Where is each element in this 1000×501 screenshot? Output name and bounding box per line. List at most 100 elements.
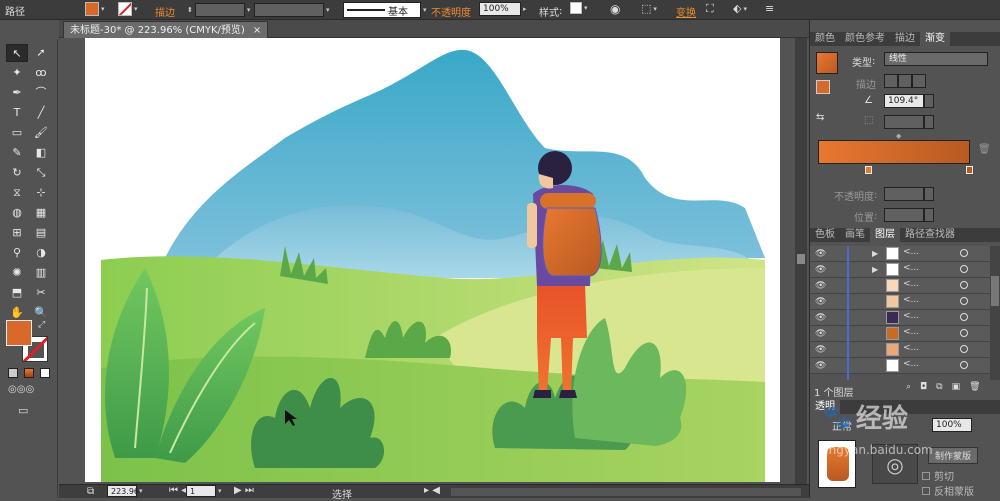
gradient-mode-icon[interactable]: [24, 368, 34, 378]
target-icon[interactable]: [960, 297, 968, 305]
eyedropper-tool-icon[interactable]: ⚲: [6, 244, 28, 262]
aspect-ratio-field[interactable]: [884, 115, 934, 129]
layer-row[interactable]: 👁 <...: [810, 342, 990, 358]
column-graph-tool-icon[interactable]: ▥: [30, 264, 52, 282]
artboard-nav-icon[interactable]: ⧉: [87, 486, 94, 497]
target-icon[interactable]: [960, 265, 968, 273]
zoom-field[interactable]: 223.96 ▾: [107, 485, 145, 497]
blend-tool-icon[interactable]: ◑: [30, 244, 52, 262]
gradient-type-value[interactable]: 线性: [884, 52, 988, 66]
eye-icon[interactable]: 👁: [815, 249, 826, 259]
gradient-slider[interactable]: [818, 140, 970, 164]
horizontal-scrollbar[interactable]: [451, 488, 801, 496]
transform-label[interactable]: 变换: [676, 4, 696, 19]
tab-transparency[interactable]: 透明: [810, 400, 840, 414]
zoom-value[interactable]: 223.96: [107, 485, 139, 497]
expand-icon[interactable]: ▶: [872, 265, 878, 274]
tab-gradient[interactable]: 渐变: [920, 32, 950, 46]
layer-row[interactable]: 👁 ▶ <...: [810, 246, 990, 262]
angle-value[interactable]: 109.4°: [884, 94, 924, 108]
invert-mask-checkbox[interactable]: 反相蒙版: [922, 483, 974, 498]
eraser-tool-icon[interactable]: ◧: [30, 144, 52, 162]
target-icon[interactable]: [960, 329, 968, 337]
brush-definition-dropdown[interactable]: 基本 ▾: [343, 2, 429, 18]
stop-location-field[interactable]: [884, 208, 934, 222]
page-value[interactable]: 1: [186, 485, 216, 497]
clipping-mask-icon[interactable]: ◘: [920, 382, 927, 392]
pencil-tool-icon[interactable]: ✎: [6, 144, 28, 162]
layer-row[interactable]: 👁 <...: [810, 310, 990, 326]
artboard-tool-icon[interactable]: ⬒: [6, 284, 28, 302]
stop-opacity-field[interactable]: [884, 187, 934, 201]
stroke-swatch[interactable]: ▾: [118, 2, 140, 16]
shape-builder-tool-icon[interactable]: ◍: [6, 204, 28, 222]
layer-row[interactable]: 👁 <...: [810, 326, 990, 342]
eye-icon[interactable]: 👁: [815, 361, 826, 371]
direct-selection-tool-icon[interactable]: ➚: [30, 44, 52, 62]
reverse-gradient-icon[interactable]: ⇆: [816, 112, 824, 123]
close-icon[interactable]: ×: [253, 22, 261, 38]
target-icon[interactable]: [960, 361, 968, 369]
tab-pathfinder[interactable]: 路径查找器: [900, 228, 960, 242]
type-tool-icon[interactable]: T: [6, 104, 28, 122]
width-tool-icon[interactable]: ⧖: [6, 184, 28, 202]
eye-icon[interactable]: 👁: [815, 265, 826, 275]
gradient-midpoint-icon[interactable]: ◆: [896, 132, 901, 140]
paintbrush-tool-icon[interactable]: 🖌: [30, 124, 52, 142]
eye-icon[interactable]: 👁: [815, 329, 826, 339]
mask-thumbnail[interactable]: ◎: [872, 444, 918, 484]
gradient-type-dropdown[interactable]: 线性: [884, 52, 988, 66]
target-icon[interactable]: [960, 313, 968, 321]
locate-object-icon[interactable]: ⌕: [906, 382, 911, 392]
draw-mode-icon[interactable]: ◎◎◎: [8, 384, 34, 395]
stroke-gradient-buttons[interactable]: [884, 74, 926, 88]
eye-icon[interactable]: 👁: [815, 297, 826, 307]
magic-wand-tool-icon[interactable]: ✦: [6, 64, 28, 82]
layer-row[interactable]: 👁 <...: [810, 278, 990, 294]
style-swatch[interactable]: ▾: [570, 2, 590, 14]
free-transform-tool-icon[interactable]: ⊹: [30, 184, 52, 202]
fill-swatch[interactable]: ▾: [85, 2, 107, 16]
gradient-tool-icon[interactable]: ▤: [30, 224, 52, 242]
vertical-scrollbar[interactable]: [795, 38, 807, 484]
lasso-tool-icon[interactable]: ꝏ: [30, 64, 52, 82]
page-field[interactable]: 1 ▾: [186, 485, 224, 497]
opacity-value[interactable]: 100%: [479, 2, 521, 16]
next-page-icon[interactable]: ▶ ⏭: [234, 485, 254, 496]
gradient-preview-swatch[interactable]: [816, 52, 838, 74]
gradient-stop-right[interactable]: [966, 166, 973, 174]
eye-icon[interactable]: 👁: [815, 281, 826, 291]
perspective-grid-tool-icon[interactable]: ▦: [30, 204, 52, 222]
layer-row[interactable]: 👁 ▶ <...: [810, 262, 990, 278]
gradient-stop-left[interactable]: [865, 166, 872, 174]
pen-tool-icon[interactable]: ✒: [6, 84, 28, 102]
transparency-opacity-value[interactable]: 100%: [932, 418, 972, 432]
tab-stroke[interactable]: 描边: [890, 32, 920, 46]
tab-brushes[interactable]: 画笔: [840, 228, 870, 242]
layer-row[interactable]: 👁 <...: [810, 358, 990, 374]
opacity-label[interactable]: 不透明度: [431, 4, 471, 19]
target-icon[interactable]: [960, 281, 968, 289]
variable-width-dropdown[interactable]: ▾: [254, 3, 332, 17]
align-icon[interactable]: ⬚ ▾: [641, 2, 659, 15]
layers-footer-buttons[interactable]: ⌕ ◘ ⧉ ▣ 🗑: [906, 382, 981, 392]
document-tab[interactable]: 未标题-30* @ 223.96% (CMYK/预览) ×: [63, 21, 269, 38]
color-mode-icon[interactable]: [8, 368, 18, 378]
rotate-tool-icon[interactable]: ↻: [6, 164, 28, 182]
make-mask-button[interactable]: 制作蒙版: [928, 447, 979, 464]
none-mode-icon[interactable]: [40, 368, 50, 378]
rectangle-tool-icon[interactable]: ▭: [6, 124, 28, 142]
stroke-weight-field[interactable]: ⬍ ▾: [185, 3, 252, 17]
expand-icon[interactable]: ▶: [872, 249, 878, 258]
recolor-icon[interactable]: ◉: [610, 2, 620, 16]
scale-tool-icon[interactable]: ⤡: [30, 164, 52, 182]
arrange-icon[interactable]: ⬖ ▾: [733, 2, 749, 15]
scroll-thumb[interactable]: [797, 254, 805, 264]
artboard[interactable]: [85, 38, 780, 482]
transparency-opacity-field[interactable]: 100%: [932, 418, 972, 432]
eye-icon[interactable]: 👁: [815, 345, 826, 355]
curvature-tool-icon[interactable]: ⌒: [30, 84, 52, 102]
new-layer-icon[interactable]: ▣: [952, 382, 961, 392]
tab-color-guide[interactable]: 颜色参考: [840, 32, 890, 46]
status-menu-icon[interactable]: ▸ ◀: [424, 485, 440, 496]
